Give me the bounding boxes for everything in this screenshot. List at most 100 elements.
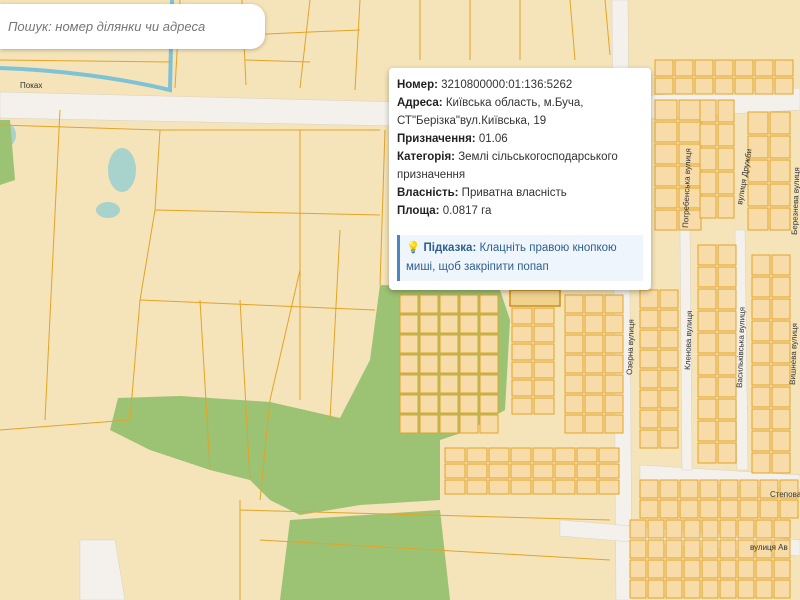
parcel[interactable]: [773, 519, 791, 539]
parcel[interactable]: [659, 309, 679, 329]
parcel[interactable]: [779, 499, 799, 519]
parcel[interactable]: [639, 309, 659, 329]
parcel[interactable]: [699, 147, 717, 171]
parcel[interactable]: [510, 479, 532, 495]
parcel[interactable]: [771, 254, 791, 276]
parcel[interactable]: [439, 334, 459, 354]
parcel[interactable]: [584, 414, 604, 434]
parcel[interactable]: [639, 369, 659, 389]
parcel[interactable]: [488, 447, 510, 463]
parcel[interactable]: [604, 294, 624, 314]
parcel[interactable]: [459, 294, 479, 314]
parcel[interactable]: [694, 77, 714, 95]
parcel[interactable]: [659, 409, 679, 429]
parcel[interactable]: [419, 394, 439, 414]
parcel[interactable]: [751, 276, 771, 298]
parcel[interactable]: [683, 519, 701, 539]
parcel[interactable]: [554, 479, 576, 495]
parcel[interactable]: [719, 519, 737, 539]
parcel[interactable]: [719, 499, 739, 519]
parcel[interactable]: [683, 559, 701, 579]
parcel[interactable]: [665, 559, 683, 579]
parcel[interactable]: [511, 379, 533, 397]
parcel[interactable]: [659, 329, 679, 349]
parcel[interactable]: [479, 314, 499, 334]
parcel[interactable]: [717, 376, 737, 398]
parcel[interactable]: [717, 420, 737, 442]
parcel[interactable]: [629, 519, 647, 539]
parcel[interactable]: [771, 320, 791, 342]
parcel[interactable]: [659, 499, 679, 519]
parcel[interactable]: [654, 209, 678, 231]
parcel[interactable]: [659, 349, 679, 369]
parcel[interactable]: [639, 289, 659, 309]
parcel[interactable]: [701, 539, 719, 559]
parcel[interactable]: [771, 452, 791, 474]
parcel[interactable]: [683, 539, 701, 559]
parcel[interactable]: [419, 374, 439, 394]
parcel[interactable]: [439, 354, 459, 374]
parcel[interactable]: [584, 334, 604, 354]
parcel[interactable]: [755, 559, 773, 579]
parcel[interactable]: [629, 539, 647, 559]
parcel[interactable]: [769, 183, 791, 207]
parcel[interactable]: [598, 463, 620, 479]
parcel[interactable]: [399, 394, 419, 414]
parcel[interactable]: [488, 463, 510, 479]
parcel[interactable]: [598, 479, 620, 495]
parcel[interactable]: [747, 111, 769, 135]
parcel[interactable]: [747, 183, 769, 207]
parcel[interactable]: [399, 374, 419, 394]
parcel[interactable]: [697, 332, 717, 354]
parcel[interactable]: [639, 429, 659, 449]
parcel[interactable]: [533, 325, 555, 343]
parcel[interactable]: [717, 288, 737, 310]
parcel[interactable]: [419, 294, 439, 314]
parcel[interactable]: [714, 77, 734, 95]
parcel[interactable]: [604, 314, 624, 334]
parcel[interactable]: [479, 394, 499, 414]
parcel[interactable]: [734, 59, 754, 77]
parcel[interactable]: [532, 463, 554, 479]
parcel[interactable]: [697, 420, 717, 442]
parcel[interactable]: [479, 374, 499, 394]
parcel[interactable]: [659, 429, 679, 449]
parcel[interactable]: [564, 314, 584, 334]
parcel[interactable]: [694, 59, 714, 77]
parcel[interactable]: [654, 143, 678, 165]
parcel[interactable]: [734, 77, 754, 95]
parcel[interactable]: [598, 447, 620, 463]
parcel[interactable]: [697, 288, 717, 310]
parcel[interactable]: [774, 59, 794, 77]
parcel[interactable]: [629, 559, 647, 579]
parcel[interactable]: [604, 354, 624, 374]
parcel[interactable]: [771, 430, 791, 452]
parcel[interactable]: [717, 266, 737, 288]
parcel[interactable]: [639, 389, 659, 409]
parcel[interactable]: [674, 59, 694, 77]
parcel[interactable]: [654, 165, 678, 187]
parcel[interactable]: [639, 349, 659, 369]
parcel[interactable]: [697, 244, 717, 266]
parcel[interactable]: [771, 386, 791, 408]
parcel[interactable]: [699, 195, 717, 219]
parcel[interactable]: [659, 389, 679, 409]
parcel[interactable]: [510, 463, 532, 479]
parcel[interactable]: [665, 539, 683, 559]
parcel[interactable]: [439, 314, 459, 334]
parcel[interactable]: [654, 99, 678, 121]
parcel[interactable]: [751, 342, 771, 364]
parcel[interactable]: [639, 329, 659, 349]
selected-parcel[interactable]: [509, 289, 561, 307]
parcel[interactable]: [678, 99, 702, 121]
parcel[interactable]: [717, 99, 735, 123]
parcel[interactable]: [771, 342, 791, 364]
parcel[interactable]: [717, 123, 735, 147]
parcel[interactable]: [769, 111, 791, 135]
parcel[interactable]: [665, 579, 683, 599]
parcel[interactable]: [699, 479, 719, 499]
parcel[interactable]: [751, 386, 771, 408]
parcel[interactable]: [639, 499, 659, 519]
parcel[interactable]: [511, 397, 533, 415]
parcel[interactable]: [699, 123, 717, 147]
